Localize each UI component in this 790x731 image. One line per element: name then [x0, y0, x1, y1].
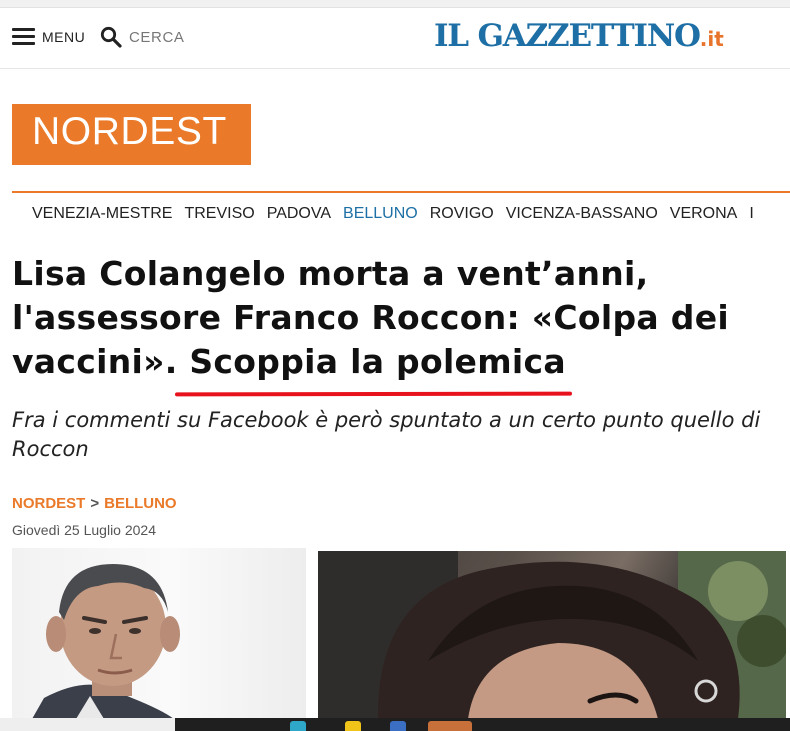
section-subnav: VENEZIA-MESTRE TREVISO PADOVA BELLUNO RO… — [32, 205, 754, 223]
subnav-item-treviso[interactable]: TREVISO — [184, 205, 254, 223]
subnav-item-belluno[interactable]: BELLUNO — [343, 205, 418, 223]
hamburger-icon — [12, 28, 35, 45]
subnav-item-venezia-mestre[interactable]: VENEZIA-MESTRE — [32, 205, 172, 223]
breadcrumb: NORDEST > BELLUNO — [12, 495, 177, 512]
red-highlight-underline — [174, 391, 573, 397]
section-title: NORDEST — [32, 110, 227, 153]
menu-button[interactable]: MENU — [12, 28, 85, 45]
subnav-item-verona[interactable]: VERONA — [670, 205, 738, 223]
browser-top-strip — [0, 0, 790, 8]
taskbar-search-area[interactable] — [0, 718, 175, 731]
subnav-item-rovigo[interactable]: ROVIGO — [430, 205, 494, 223]
subnav-item-vicenza-bassano[interactable]: VICENZA-BASSANO — [506, 205, 658, 223]
breadcrumb-section[interactable]: NORDEST — [12, 495, 85, 512]
headline-line-2: l'assessore Franco Roccon: «Colpa dei — [12, 298, 730, 337]
breadcrumb-subsection[interactable]: BELLUNO — [104, 495, 177, 512]
article-photo-victim[interactable] — [318, 551, 786, 719]
search-button[interactable]: CERCA — [100, 26, 185, 48]
search-label: CERCA — [129, 28, 185, 46]
article-date: Giovedì 25 Luglio 2024 — [12, 522, 156, 538]
os-taskbar — [0, 718, 790, 731]
headline-line-1: Lisa Colangelo morta a vent’anni, — [12, 254, 649, 293]
breadcrumb-separator: > — [90, 495, 100, 512]
section-badge[interactable]: NORDEST — [12, 104, 251, 165]
taskbar-chrome-icon[interactable] — [345, 721, 361, 731]
search-icon — [100, 26, 122, 48]
taskbar-files-icon[interactable] — [390, 721, 406, 731]
subnav-item-overflow[interactable]: I — [749, 205, 753, 223]
logo-domain-suffix: .it — [699, 27, 724, 51]
headline-line-3b: Scoppia la polemica — [177, 342, 566, 381]
article-headline: Lisa Colangelo morta a vent’anni, l'asse… — [12, 252, 782, 384]
site-logo[interactable]: IL GAZZETTINO .it — [434, 18, 724, 54]
taskbar-edge-icon[interactable] — [290, 721, 306, 731]
logo-wordmark: IL GAZZETTINO — [434, 18, 701, 54]
selfie-illustration — [318, 551, 786, 719]
portrait-illustration — [32, 564, 180, 719]
nav-divider — [12, 191, 790, 193]
menu-label: MENU — [42, 28, 86, 45]
subnav-item-padova[interactable]: PADOVA — [267, 205, 331, 223]
site-header: MENU CERCA IL GAZZETTINO .it — [0, 8, 790, 69]
headline-line-3a: vaccini». — [12, 342, 178, 381]
article-photo-portrait[interactable] — [12, 548, 306, 719]
article-subtitle: Fra i commenti su Facebook è però spunta… — [12, 408, 761, 461]
taskbar-app-icon[interactable] — [428, 721, 472, 731]
